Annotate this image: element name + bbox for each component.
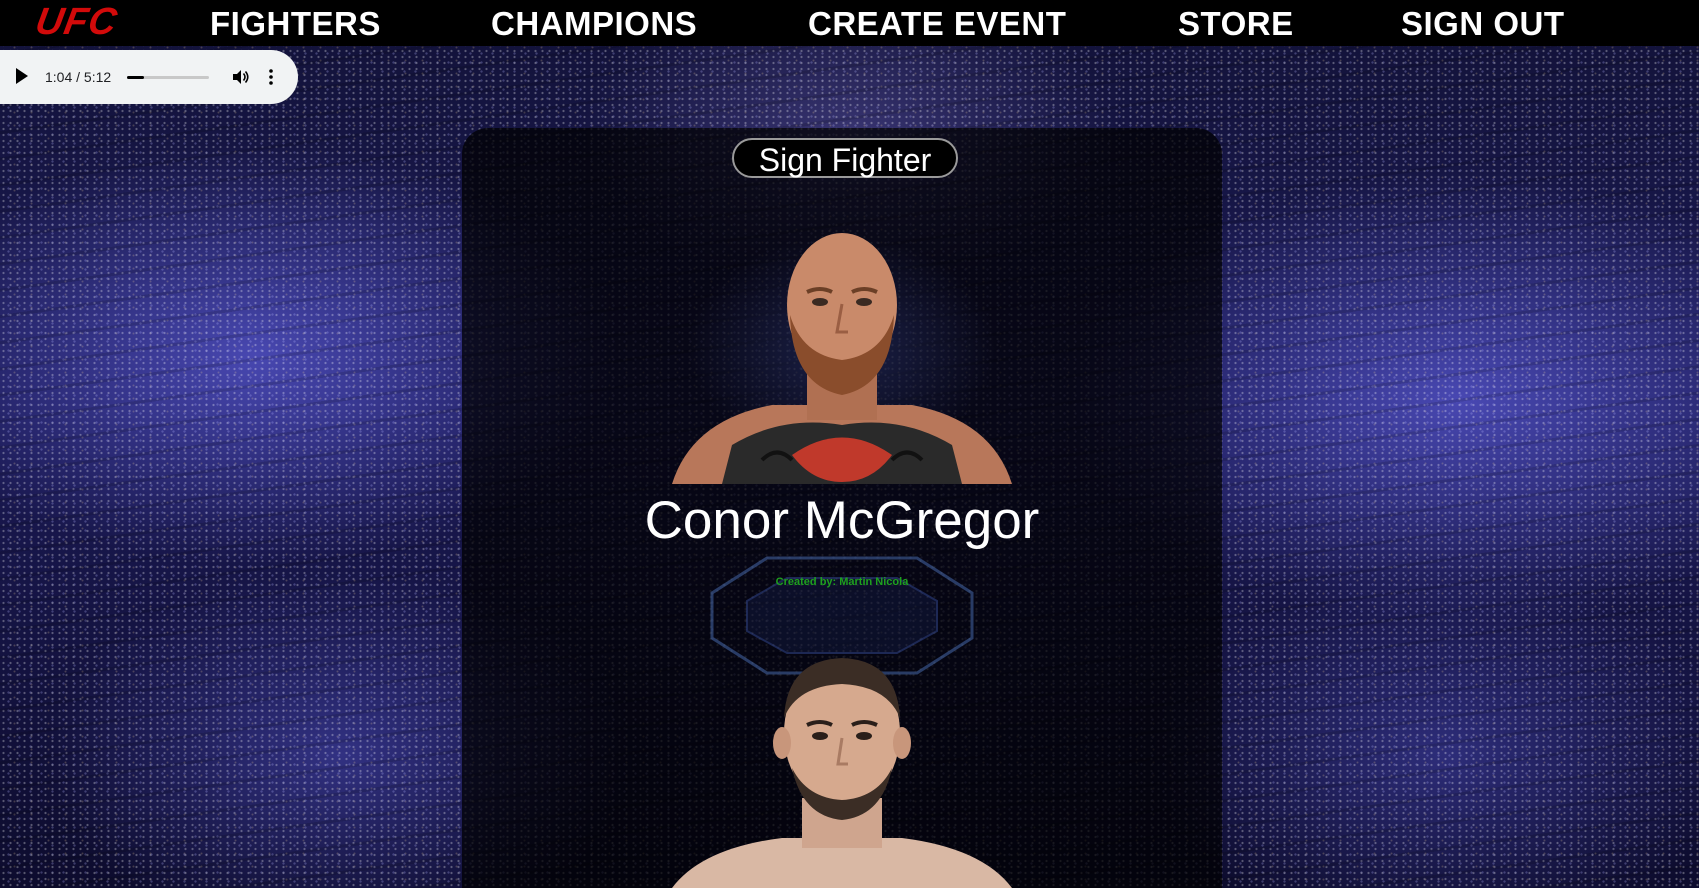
more-vert-icon[interactable] <box>267 67 275 87</box>
nav-sign-out-link[interactable]: SIGN OUT <box>1401 4 1565 44</box>
fighter-panel: Sign Fighter Conor McGregor Created by: … <box>462 128 1222 888</box>
audio-progress-slider[interactable] <box>127 76 209 79</box>
fighter-name: Conor McGregor <box>644 491 1040 550</box>
audio-time-display: 1:04 / 5:12 <box>45 69 112 85</box>
credit-text: Created by: Martin Nicola <box>775 576 909 588</box>
fighter-portrait-second[interactable] <box>662 648 1022 888</box>
nav-champions-link[interactable]: CHAMPIONS <box>491 4 697 44</box>
audio-progress-fill <box>127 76 144 79</box>
audio-player: 1:04 / 5:12 <box>0 50 298 104</box>
fighter-portrait-conor-mcgregor[interactable] <box>662 220 1022 484</box>
play-icon[interactable] <box>16 68 28 84</box>
top-navigation-bar: UFC FIGHTERS CHAMPIONS CREATE EVENT STOR… <box>0 0 1699 46</box>
nav-fighters-link[interactable]: FIGHTERS <box>210 4 381 44</box>
volume-icon[interactable] <box>230 67 250 87</box>
sign-fighter-button[interactable]: Sign Fighter <box>732 138 958 178</box>
ufc-logo[interactable]: UFC <box>32 1 121 43</box>
nav-store-link[interactable]: STORE <box>1178 4 1294 44</box>
nav-create-event-link[interactable]: CREATE EVENT <box>808 4 1066 44</box>
